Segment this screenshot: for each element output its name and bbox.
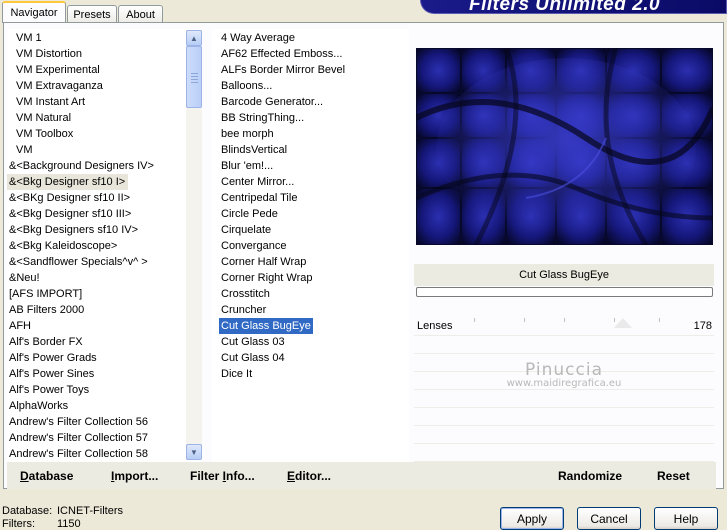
status-database: Database: ICNET-Filters [2, 505, 123, 517]
category-item[interactable]: VM Natural [7, 110, 74, 126]
category-item[interactable]: Alf's Border FX [7, 334, 86, 350]
filter-item[interactable]: Barcode Generator... [219, 94, 325, 110]
status-filters-label: Filters: [2, 518, 35, 530]
filter-item[interactable]: Circle Pede [219, 206, 280, 222]
tab-presets[interactable]: Presets [67, 5, 117, 23]
filter-item[interactable]: Blur 'em!... [219, 158, 275, 174]
category-item[interactable]: &<BKg Designer sf10 II> [7, 190, 133, 206]
category-item[interactable]: AB Filters 2000 [7, 302, 87, 318]
param-row-empty [414, 372, 714, 390]
param-row-empty [414, 336, 714, 354]
filter-item[interactable]: Corner Right Wrap [219, 270, 315, 286]
param-value: 178 [693, 320, 712, 332]
param-row-empty [414, 408, 714, 426]
category-item[interactable]: VM Toolbox [7, 126, 76, 142]
category-item[interactable]: [AFS IMPORT] [7, 286, 85, 302]
filter-item[interactable]: Cut Glass 04 [219, 350, 287, 366]
glass-tile [662, 49, 712, 92]
category-item[interactable]: &<Sandflower Specials^v^ > [7, 254, 151, 270]
filter-item[interactable]: Cruncher [219, 302, 268, 318]
category-item[interactable]: VM Instant Art [7, 94, 88, 110]
param-row-lenses[interactable]: Lenses 178 [414, 318, 714, 336]
chevron-up-icon[interactable]: ▲ [186, 30, 202, 46]
filter-item[interactable]: Cirquelate [219, 222, 273, 238]
status-filters: Filters: 1150 [2, 518, 81, 530]
reset-button[interactable]: Reset [657, 469, 690, 483]
filter-item[interactable]: BlindsVertical [219, 142, 289, 158]
filter-item[interactable]: ALFs Border Mirror Bevel [219, 62, 347, 78]
filter-item[interactable]: Center Mirror... [219, 174, 296, 190]
category-item[interactable]: &<Bkg Kaleidoscope> [7, 238, 120, 254]
category-item[interactable]: VM [7, 142, 36, 158]
category-item[interactable]: VM Experimental [7, 62, 103, 78]
param-label: Lenses [417, 320, 453, 332]
category-item[interactable]: &<Bkg Designer sf10 I> [7, 174, 129, 190]
param-row-empty [414, 354, 714, 372]
bottom-toolbar: Database Import... Filter Info... Editor… [7, 462, 716, 489]
status-filters-value: 1150 [57, 518, 81, 530]
randomize-button[interactable]: Randomize [558, 469, 622, 483]
filter-list[interactable]: 4 Way Average AF62 Effected Emboss... ALFs… [212, 29, 409, 462]
progress-bar [416, 287, 713, 297]
preview-image [416, 48, 713, 245]
tab-navigator[interactable]: Navigator [2, 1, 66, 23]
chevron-down-icon[interactable]: ▼ [186, 444, 202, 460]
filter-info-button[interactable]: Filter Info... [190, 469, 255, 483]
category-item[interactable]: Andrew's Filter Collection 56 [7, 414, 151, 430]
status-database-label: Database: [2, 505, 53, 517]
category-item[interactable]: VM 1 [7, 30, 45, 46]
selected-filter-name: Cut Glass BugEye [414, 264, 714, 286]
category-scrollbar[interactable]: ▲ ▼ [186, 30, 202, 460]
filter-item[interactable]: Corner Half Wrap [219, 254, 308, 270]
help-button[interactable]: Help [654, 507, 718, 530]
import-button[interactable]: Import... [111, 469, 158, 483]
category-item[interactable]: &Neu! [7, 270, 43, 286]
category-item[interactable]: &<Background Designers IV> [7, 158, 157, 174]
filter-item[interactable]: Dice It [219, 366, 254, 382]
editor-button[interactable]: Editor... [287, 469, 331, 483]
preview-graphic [416, 48, 713, 245]
filter-item[interactable]: BB StringThing... [219, 110, 306, 126]
param-row-empty [414, 390, 714, 408]
tab-about[interactable]: About [118, 5, 163, 23]
category-item[interactable]: VM Extravaganza [7, 78, 106, 94]
category-item[interactable]: AFH [7, 318, 34, 334]
category-item[interactable]: &<Bkg Designers sf10 IV> [7, 222, 141, 238]
cancel-button[interactable]: Cancel [577, 507, 641, 530]
category-item[interactable]: AlphaWorks [7, 398, 71, 414]
scroll-thumb[interactable] [186, 46, 202, 108]
param-row-empty [414, 444, 714, 462]
filter-item[interactable]: Balloons... [219, 78, 274, 94]
glass-tile [417, 49, 460, 92]
slider-thumb[interactable] [614, 318, 632, 328]
parameter-panel: Lenses 178 [414, 318, 714, 462]
category-item[interactable]: Andrew's Filter Collection 58 [7, 446, 151, 462]
database-button[interactable]: Database [20, 469, 73, 483]
filter-item[interactable]: bee morph [219, 126, 276, 142]
category-item[interactable]: Andrew's Filter Collection 57 [7, 430, 151, 446]
category-item[interactable]: Alf's Power Toys [7, 382, 92, 398]
filter-item[interactable]: Centripedal Tile [219, 190, 299, 206]
filter-item[interactable]: Cut Glass BugEye [219, 318, 313, 334]
app-title: Filters Unlimited 2.0 [469, 0, 661, 14]
filter-item[interactable]: Crosstitch [219, 286, 272, 302]
param-row-empty [414, 426, 714, 444]
category-item[interactable]: &<Bkg Designer sf10 III> [7, 206, 134, 222]
apply-button[interactable]: Apply [500, 507, 564, 530]
filter-item[interactable]: Convergance [219, 238, 288, 254]
status-database-value: ICNET-Filters [57, 505, 123, 517]
category-item[interactable]: VM Distortion [7, 46, 85, 62]
filter-item[interactable]: AF62 Effected Emboss... [219, 46, 344, 62]
title-banner: Filters Unlimited 2.0 [420, 0, 727, 14]
category-list[interactable]: VM 1 VM Distortion VM Experimental VM Extra… [7, 29, 201, 462]
category-item[interactable]: Alf's Power Grads [7, 350, 100, 366]
filter-item[interactable]: Cut Glass 03 [219, 334, 287, 350]
filter-item[interactable]: 4 Way Average [219, 30, 297, 46]
category-item[interactable]: Alf's Power Sines [7, 366, 97, 382]
